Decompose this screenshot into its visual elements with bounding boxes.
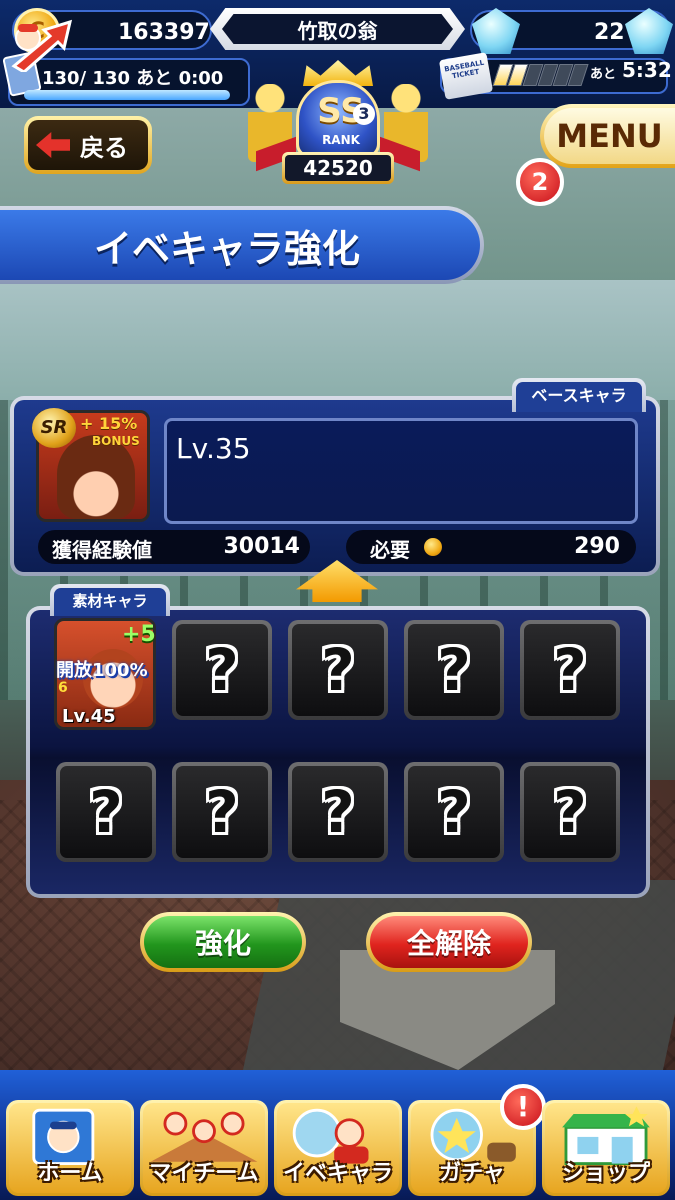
material-slot-empty[interactable]: ? [404,620,504,720]
back-button[interactable]: 戻る [24,116,152,174]
cost-label: 必要 [370,538,410,562]
material-rank-number: 6 [58,680,68,696]
material-slot-face: ? [408,766,500,858]
back-arrow-icon [36,132,70,158]
exp-value: 30014 [223,534,300,559]
empty-slot-symbol: ? [437,636,471,704]
nav-my-team-label: マイチーム [149,1161,259,1186]
question-mark-icon: ? [544,778,596,846]
clear-all-button-label: 全解除 [370,916,528,968]
power-up-arrow-icon [11,19,73,72]
coin-icon [424,538,442,556]
nav-shop-tile: ショップ [545,1103,667,1193]
ticket-countdown-label: あと [590,67,617,82]
bonus-label: BONUS [92,434,140,448]
stamina-bar [24,90,230,100]
nav-event-character[interactable]: イベキャラ [274,1100,402,1196]
question-mark-icon: ? [80,778,132,846]
enhance-button-label: 強化 [144,916,302,968]
empty-slot-symbol: ? [205,778,239,846]
material-slot-face: ? [408,624,500,716]
empty-slot-symbol: ? [553,778,587,846]
question-mark-icon: ? [428,636,480,704]
material-tab-label: 素材キャラ [54,588,166,616]
material-slot-face: ? [524,624,616,716]
cost-value: 290 [574,534,620,559]
enhance-button[interactable]: 強化 [140,912,306,972]
material-slot-face: ? [292,624,384,716]
ticket-countdown: 5:32 [622,58,672,82]
empty-slot-symbol: ? [89,778,123,846]
nav-home[interactable]: ホーム [6,1100,134,1196]
material-slot-empty[interactable]: ? [404,762,504,862]
back-button-label: 戻る [80,133,128,162]
rank-label: RANK [322,133,360,147]
stamina-countdown-label: あと [136,68,173,89]
material-slot-empty[interactable]: ? [288,620,388,720]
material-tab: 素材キャラ [50,584,170,616]
clear-all-button[interactable]: 全解除 [366,912,532,972]
material-slot-empty[interactable]: ? [172,620,272,720]
base-character-tab: ベースキャラ [512,378,646,412]
material-slot-face: ? [292,766,384,858]
empty-slot-symbol: ? [321,778,355,846]
gacha-alert-badge: ! [500,1084,546,1130]
nav-my-team[interactable]: マイチーム [140,1100,268,1196]
question-mark-icon: ? [196,778,248,846]
empty-slot-symbol: ? [321,636,355,704]
coin-value: 163397 [118,20,210,45]
material-plus-value: +5 [122,622,156,647]
material-slot-empty[interactable]: ? [172,762,272,862]
stamina-countdown: 0:00 [178,68,224,89]
back-button-face: 戻る [28,120,148,170]
base-character-tab-label: ベースキャラ [516,382,642,412]
menu-notification-badge: 2 [516,158,564,206]
question-mark-icon: ? [312,778,364,846]
nav-shop-label: ショップ [561,1161,650,1186]
player-name: 竹取の翁 [222,14,453,44]
material-slot-empty[interactable]: ? [288,762,388,862]
exp-label: 獲得経験値 [52,538,152,562]
nav-event-character-label: イベキャラ [282,1161,393,1186]
menu-button-label: MENU [544,108,675,164]
empty-slot-symbol: ? [205,636,239,704]
menu-button[interactable]: MENU [540,104,675,168]
question-mark-icon: ? [544,636,596,704]
nav-my-team-tile: マイチーム [143,1103,265,1193]
rank-emblem[interactable]: SS 3 RANK 42520 [248,60,428,188]
rank-score-box: 42520 [282,152,394,184]
nav-home-tile: ホーム [9,1103,131,1193]
question-mark-icon: ? [312,636,364,704]
bonus-percent: + 15% [80,414,138,433]
stamina-bar-fill [24,90,230,100]
material-slot-face: ? [60,766,152,858]
material-slot-face: ? [524,766,616,858]
material-level: Lv.45 [62,706,116,727]
material-slot-empty[interactable]: ? [56,762,156,862]
material-slot-face: ? [176,624,268,716]
nav-gacha-label: ガチャ [439,1161,505,1186]
rank-grade-level: 3 [353,103,375,125]
base-character-level: Lv.35 [176,432,251,465]
rarity-badge: SR [32,408,76,448]
material-unlock-label: 開放100% [56,660,148,681]
empty-slot-symbol: ? [553,636,587,704]
nav-home-label: ホーム [37,1161,103,1186]
nav-shop[interactable]: ショップ [542,1100,670,1196]
baseball-ticket-icon: BASEBALL TICKET [438,52,494,100]
material-slot-face: ? [176,766,268,858]
rank-shield: SS 3 RANK [296,80,380,158]
nav-event-character-tile: イベキャラ [277,1103,399,1193]
ticket-icon-label: BASEBALL TICKET [443,58,485,81]
empty-slot-symbol: ? [437,778,471,846]
rank-score: 42520 [285,155,391,181]
question-mark-icon: ? [196,636,248,704]
gem-value: 22 [594,20,625,45]
material-slot-empty[interactable]: ? [520,762,620,862]
question-mark-icon: ? [428,778,480,846]
screen-title: イベキャラ強化 [94,227,361,271]
material-slot-empty[interactable]: ? [520,620,620,720]
